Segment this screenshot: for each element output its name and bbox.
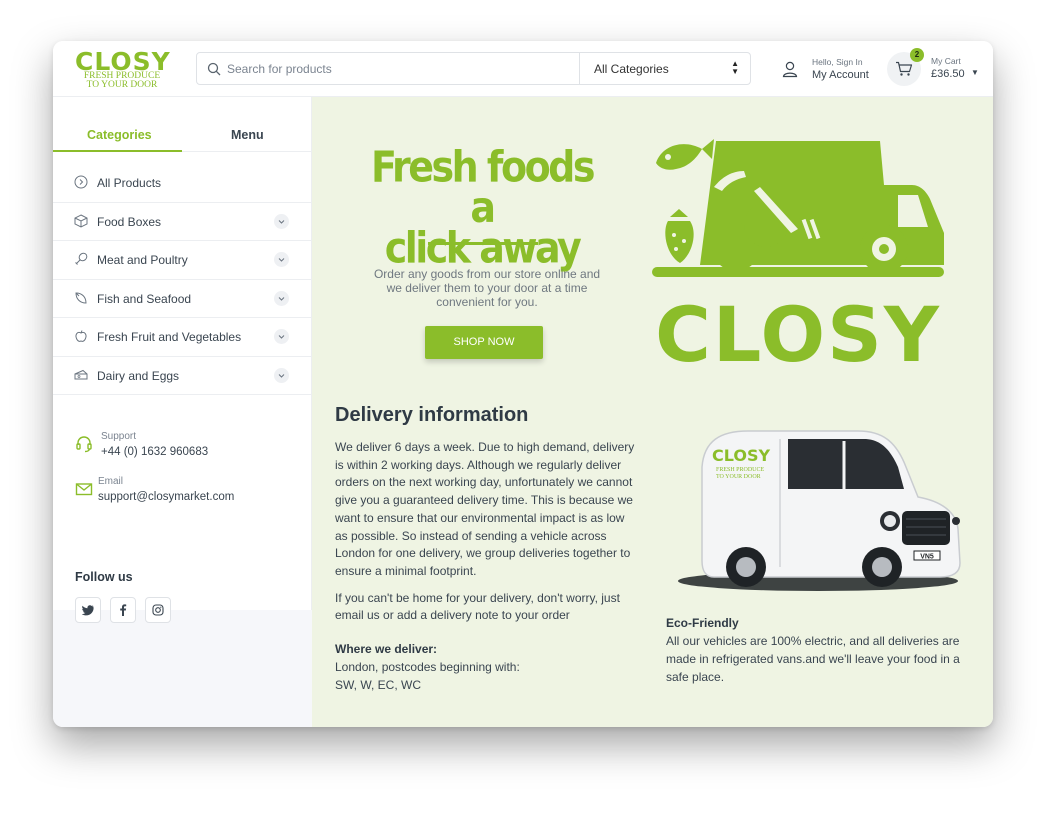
van-tagline: TO YOUR DOOR xyxy=(716,474,761,480)
closy-truck-logo: CLOSY xyxy=(652,139,944,367)
box-icon xyxy=(74,213,88,228)
delivery-body: We deliver 6 days a week. Due to high de… xyxy=(335,439,640,634)
delivery-van-image: VN5 CLOSY FRESH PRODUCE TO YOUR DOOR xyxy=(678,430,961,591)
active-tab-indicator xyxy=(53,150,182,152)
delivery-areas-line: London, postcodes beginning with: xyxy=(335,660,520,674)
chevron-down-icon[interactable] xyxy=(274,290,289,306)
delivery-areas-postcodes: SW, W, EC, WC xyxy=(335,678,421,692)
delivery-areas-title: Where we deliver: xyxy=(335,642,438,656)
account-label: My Account xyxy=(812,69,869,81)
hero-title: Fresh foods a click away xyxy=(370,142,596,273)
circle-arrow-icon xyxy=(74,175,88,189)
headset-icon xyxy=(76,436,92,453)
sidebar-tabs: Categories Menu xyxy=(53,97,312,152)
drumstick-icon xyxy=(75,252,88,265)
user-icon xyxy=(782,61,798,78)
app-window: CLOSY FRESH PRODUCE TO YOUR DOOR All Cat… xyxy=(53,41,993,727)
van-plate: VN5 xyxy=(920,554,934,561)
category-select-value: All Categories xyxy=(594,62,669,76)
contact-info: Support +44 (0) 1632 960683 Email suppor… xyxy=(75,431,295,521)
brand-logo[interactable]: CLOSY FRESH PRODUCE TO YOUR DOOR xyxy=(75,47,175,93)
hero-text: Order any goods from our store online an… xyxy=(373,267,601,309)
fish-icon xyxy=(75,291,87,304)
category-list: All Products Food Boxes Meat and Poultry xyxy=(53,164,312,395)
van-logo: CLOSY xyxy=(712,446,770,465)
facebook-icon[interactable] xyxy=(110,597,136,623)
category-item-fish[interactable]: Fish and Seafood xyxy=(53,280,312,318)
email-address[interactable]: support@closymarket.com xyxy=(98,491,234,503)
main-content: Fresh foods a click away Order any goods… xyxy=(312,97,993,727)
chevron-down-icon: ▼ xyxy=(971,68,979,77)
category-item-food-boxes[interactable]: Food Boxes xyxy=(53,203,312,241)
twitter-icon[interactable] xyxy=(75,597,101,623)
search-icon[interactable] xyxy=(207,62,221,76)
chevron-down-icon[interactable] xyxy=(274,213,289,229)
logo-tagline: FRESH PRODUCE TO YOUR DOOR xyxy=(83,71,161,90)
chevron-down-icon[interactable] xyxy=(274,252,289,267)
envelope-icon xyxy=(75,483,93,496)
cart-icon xyxy=(896,61,913,76)
shop-now-button[interactable]: SHOP NOW xyxy=(425,326,543,359)
category-label: Meat and Poultry xyxy=(97,253,188,267)
category-item-meat[interactable]: Meat and Poultry xyxy=(53,241,312,280)
cart-count-badge: 2 xyxy=(910,48,924,62)
apple-icon xyxy=(75,330,87,342)
support-contact: Support +44 (0) 1632 960683 xyxy=(75,431,295,476)
logo-wordmark: CLOSY xyxy=(655,290,941,367)
header: CLOSY FRESH PRODUCE TO YOUR DOOR All Cat… xyxy=(53,41,993,97)
email-label: Email xyxy=(98,476,124,487)
hero-divider xyxy=(428,242,538,245)
support-phone[interactable]: +44 (0) 1632 960683 xyxy=(101,446,208,458)
delivery-areas: Where we deliver: London, postcodes begi… xyxy=(335,640,640,694)
delivery-paragraph: We deliver 6 days a week. Due to high de… xyxy=(335,440,635,578)
eco-title: Eco-Friendly xyxy=(666,616,739,630)
account-link[interactable]: Hello, Sign In My Account xyxy=(781,55,876,85)
cart-label: My Cart xyxy=(931,56,961,66)
follow-title: Follow us xyxy=(75,570,133,584)
category-label: All Products xyxy=(97,176,162,190)
sidebar-panel: Categories Menu All Products Food Boxes … xyxy=(53,97,312,623)
instagram-icon[interactable] xyxy=(145,597,171,623)
category-label: Fish and Seafood xyxy=(97,291,192,306)
category-label: Fresh Fruit and Vegetables xyxy=(97,330,242,344)
support-label: Support xyxy=(101,431,137,442)
chevron-down-icon[interactable] xyxy=(274,367,289,383)
delivery-title: Delivery information xyxy=(335,404,529,426)
cheese-icon xyxy=(74,369,88,379)
cart-total: £36.50 xyxy=(931,68,965,80)
cart-button[interactable]: 2 My Cart £36.50 ▼ xyxy=(887,48,987,88)
chevron-down-icon[interactable] xyxy=(274,329,289,344)
category-label: Food Boxes xyxy=(97,214,162,229)
account-greeting: Hello, Sign In xyxy=(812,57,863,67)
tab-menu[interactable]: Menu xyxy=(231,128,264,142)
sidebar: Categories Menu All Products Food Boxes … xyxy=(53,97,312,727)
category-item-all-products[interactable]: All Products xyxy=(53,164,312,203)
category-label: Dairy and Eggs xyxy=(97,368,180,383)
tab-categories[interactable]: Categories xyxy=(87,128,152,142)
category-item-fruit-veg[interactable]: Fresh Fruit and Vegetables xyxy=(53,318,312,357)
category-item-dairy[interactable]: Dairy and Eggs xyxy=(53,357,312,395)
category-select[interactable]: All Categories ▲ ▼ xyxy=(579,53,751,84)
eco-text: All our vehicles are 100% electric, and … xyxy=(666,634,960,684)
delivery-paragraph: If you can't be home for your delivery, … xyxy=(335,590,620,623)
email-contact: Email support@closymarket.com xyxy=(75,476,295,521)
van-tagline: FRESH PRODUCE xyxy=(716,467,765,473)
select-arrows-icon: ▲ ▼ xyxy=(731,59,739,76)
search-input[interactable] xyxy=(227,53,577,84)
eco-friendly-info: Eco-Friendly All our vehicles are 100% e… xyxy=(666,614,976,686)
search-bar: All Categories ▲▼ xyxy=(196,52,751,85)
